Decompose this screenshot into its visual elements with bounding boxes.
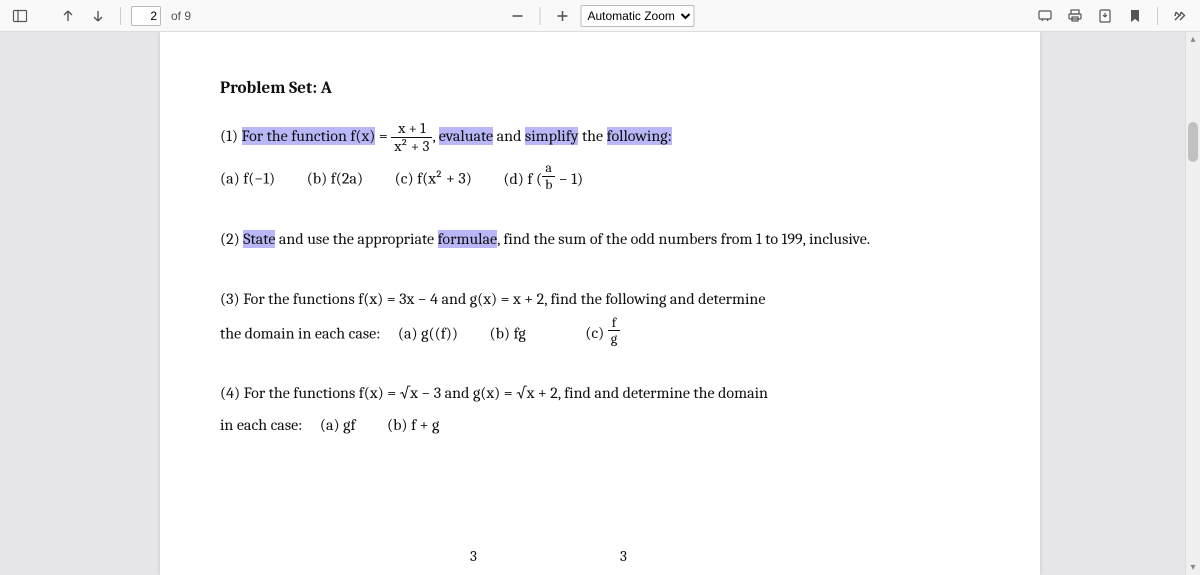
- p2-state: State: [243, 230, 275, 248]
- page-num-right: 3: [620, 541, 627, 571]
- p2-formulae: formulae: [438, 230, 498, 248]
- p1-following: following:: [607, 127, 672, 145]
- p1-simplify: simplify: [525, 127, 579, 145]
- pdf-viewer: Problem Set: A (1) For the function f(x)…: [0, 32, 1200, 575]
- problem-2: (2) State and use the appropriate formul…: [220, 223, 980, 255]
- p1-eq: =: [375, 127, 391, 145]
- page-total-label: of 9: [171, 9, 191, 23]
- scroll-down-icon[interactable]: ▾: [1186, 560, 1200, 575]
- p1-options: (a) f(−1) (b) f(2a) (c) f(x² + 3) (d) f …: [220, 160, 980, 195]
- p1-text-for: For the function f(x): [242, 127, 376, 145]
- separator: [540, 7, 541, 25]
- vertical-scrollbar[interactable]: ▴ ▾: [1185, 32, 1200, 575]
- separator: [120, 7, 121, 25]
- p3-line2: the domain in each case:: [220, 324, 380, 342]
- zoom-select[interactable]: Automatic Zoom: [581, 5, 695, 27]
- bookmark-button[interactable]: [1123, 4, 1147, 28]
- tools-button[interactable]: [1168, 4, 1192, 28]
- p4-opt-b: (b) f + g: [387, 416, 439, 434]
- p1-fraction: x + 1x² + 3: [391, 120, 432, 154]
- p1-opt-c: (c) f(x² + 3): [395, 170, 472, 188]
- zoom-out-button[interactable]: [506, 4, 530, 28]
- pdf-page: Problem Set: A (1) For the function f(x)…: [160, 32, 1040, 575]
- pdf-toolbar: of 9 Automatic Zoom: [0, 0, 1200, 32]
- scroll-up-icon[interactable]: ▴: [1186, 32, 1200, 47]
- problem-set-title: Problem Set: A: [220, 72, 980, 106]
- page-num-left: 3: [470, 541, 477, 571]
- problem-1: (1) For the function f(x) = x + 1x² + 3,…: [220, 120, 980, 195]
- sidebar-toggle-button[interactable]: [8, 4, 32, 28]
- p3-opt-b: (b) fg: [490, 324, 526, 342]
- presentation-button[interactable]: [1033, 4, 1057, 28]
- page-number-input[interactable]: [131, 6, 161, 26]
- p3-opt-c: (c) fg: [585, 324, 620, 342]
- problem-4: (4) For the functions f(x) = √x − 3 and …: [220, 377, 980, 441]
- p1-opt-a: (a) f(−1): [220, 170, 275, 188]
- separator: [1157, 7, 1158, 25]
- p1-evaluate: evaluate: [439, 127, 493, 145]
- zoom-in-button[interactable]: [551, 4, 575, 28]
- page-down-button[interactable]: [86, 4, 110, 28]
- problem-3: (3) For the functions f(x) = 3x − 4 and …: [220, 283, 980, 350]
- p1-num: (1): [220, 127, 242, 145]
- p3-opt-a: (a) g((f)): [398, 324, 458, 342]
- print-button[interactable]: [1063, 4, 1087, 28]
- p1-opt-d: (d) f (ab − 1): [503, 170, 583, 188]
- p4-line1: (4) For the functions f(x) = √x − 3 and …: [220, 377, 980, 409]
- p2-rest: , find the sum of the odd numbers from 1…: [497, 230, 870, 248]
- p4-opt-a: (a) gf: [320, 416, 356, 434]
- download-button[interactable]: [1093, 4, 1117, 28]
- p2-num: (2): [220, 230, 243, 248]
- p1-comma: ,: [432, 127, 438, 145]
- page-up-button[interactable]: [56, 4, 80, 28]
- p1-opt-b: (b) f(2a): [307, 170, 363, 188]
- scrollbar-thumb[interactable]: [1188, 122, 1198, 162]
- p4-line2: in each case:: [220, 416, 302, 434]
- p3-line1: (3) For the functions f(x) = 3x − 4 and …: [220, 283, 980, 315]
